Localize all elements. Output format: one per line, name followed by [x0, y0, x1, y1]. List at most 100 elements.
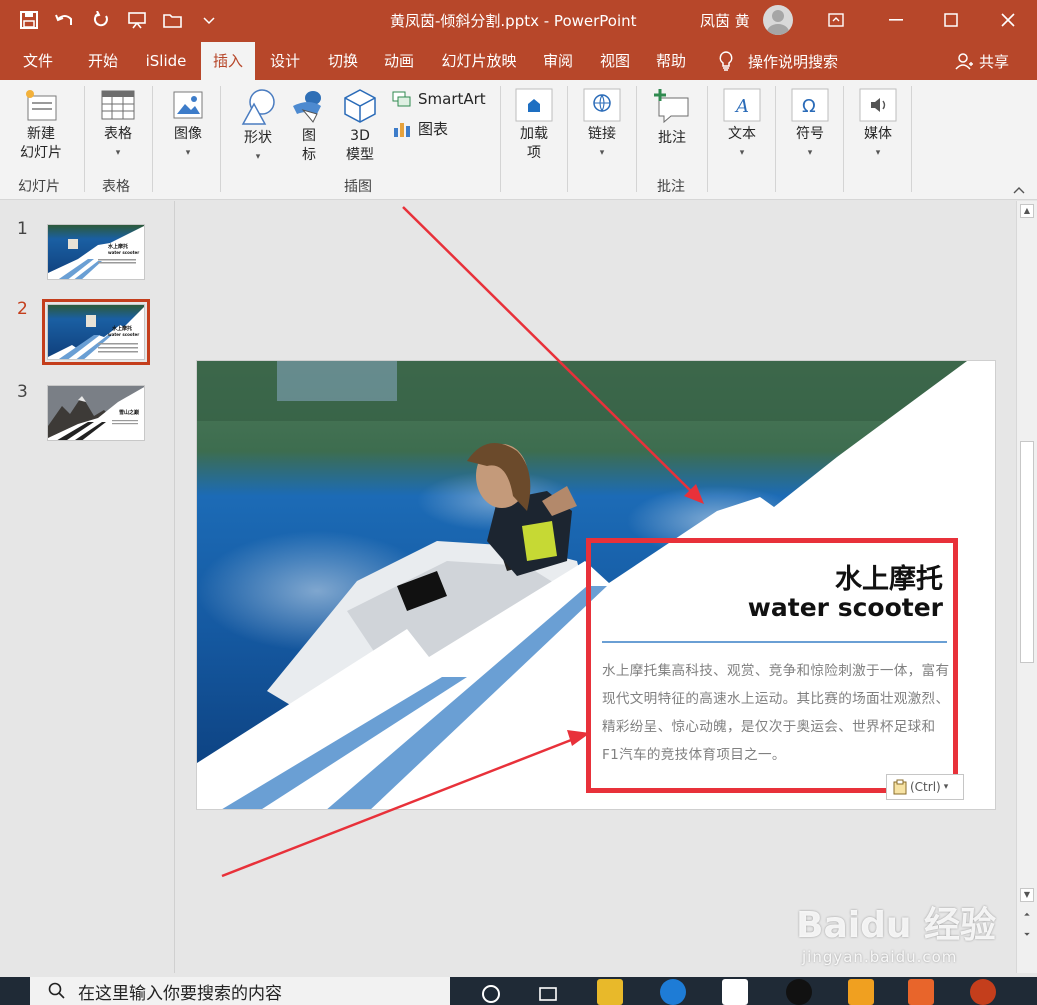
scrollbar-thumb[interactable]: [1020, 441, 1034, 663]
shapes-icon: [239, 88, 277, 126]
store-icon: [515, 88, 553, 122]
tab-transitions[interactable]: 切换: [318, 42, 368, 80]
addins-button[interactable]: 加载 项: [512, 88, 556, 163]
annotation-highlight-box: [586, 538, 958, 793]
svg-text:Ω: Ω: [802, 96, 816, 117]
link-button[interactable]: 链接 ▾: [582, 88, 622, 163]
baidu-jingyan-watermark: Baidu 经验 jingyan.baidu.com: [796, 896, 996, 966]
chart-button[interactable]: 图表: [392, 118, 448, 139]
picture-icon: [171, 88, 205, 122]
tab-review[interactable]: 审阅: [534, 42, 582, 80]
task-view-icon[interactable]: [535, 979, 561, 1005]
slide-thumbnail-3[interactable]: 雪山之巅: [47, 385, 145, 441]
new-slide-button[interactable]: 新建 幻灯片: [10, 88, 72, 163]
ribbon-divider: [707, 86, 708, 192]
lightbulb-icon: [719, 51, 733, 71]
text-button[interactable]: A 文本 ▾: [722, 88, 762, 163]
svg-text:A: A: [734, 96, 749, 117]
previous-slide-icon[interactable]: ⏶: [1020, 909, 1034, 923]
symbol-button[interactable]: Ω 符号 ▾: [790, 88, 830, 163]
tab-animations[interactable]: 动画: [374, 42, 424, 80]
current-slide[interactable]: 水上摩托 water scooter 水上摩托集高科技、观赏、竞争和惊险刺激于一…: [196, 360, 996, 810]
tab-file[interactable]: 文件: [14, 42, 62, 80]
tab-help[interactable]: 帮助: [646, 42, 696, 80]
maximize-button[interactable]: [938, 8, 964, 32]
account-name[interactable]: 凤茵 黄: [700, 10, 750, 31]
new-slide-icon: [22, 88, 60, 124]
smartart-button[interactable]: SmartArt: [392, 90, 486, 108]
redo-icon[interactable]: [90, 8, 112, 32]
smartart-label: SmartArt: [418, 90, 486, 108]
undo-icon[interactable]: [54, 8, 76, 32]
tab-home[interactable]: 开始: [78, 42, 128, 80]
3d-models-button[interactable]: 3D 模型: [338, 88, 382, 165]
document-title: 黄凤茵-倾斜分割.pptx - PowerPoint: [390, 12, 637, 30]
group-label-illustrations: 插图: [344, 179, 372, 195]
cortana-icon[interactable]: [478, 979, 504, 1005]
app-icon[interactable]: [908, 979, 934, 1005]
tab-design[interactable]: 设计: [260, 42, 310, 80]
scroll-down-icon[interactable]: ▼: [1020, 888, 1034, 902]
paste-options-button[interactable]: (Ctrl) ▾: [886, 774, 964, 800]
title-bar: 黄凤茵-倾斜分割.pptx - PowerPoint 凤茵 黄: [0, 0, 1037, 42]
store-icon[interactable]: [722, 979, 748, 1005]
taskbar-search-box[interactable]: 在这里输入你要搜索的内容: [30, 977, 450, 1005]
shapes-button[interactable]: 形状 ▾: [236, 88, 280, 167]
tell-me-search[interactable]: 操作说明搜索: [718, 42, 838, 80]
media-button[interactable]: 媒体 ▾: [858, 88, 898, 163]
tab-islide[interactable]: iSlide: [138, 42, 194, 80]
watermark-brand: Baidu 经验: [796, 905, 997, 946]
slide-thumbnail-1[interactable]: 水上摩托 water scooter: [47, 224, 145, 280]
tab-view[interactable]: 视图: [590, 42, 640, 80]
watermark-url: jingyan.baidu.com: [802, 948, 958, 966]
present-icon[interactable]: [126, 8, 148, 32]
comment-button[interactable]: 批注: [650, 88, 694, 148]
search-icon: [48, 982, 65, 999]
close-button[interactable]: [995, 8, 1021, 32]
open-folder-icon[interactable]: [162, 8, 184, 32]
tab-slideshow[interactable]: 幻灯片放映: [436, 42, 522, 80]
link-icon: [583, 88, 621, 122]
minimize-button[interactable]: [883, 8, 909, 32]
ribbon-divider: [567, 86, 568, 192]
tell-me-label: 操作说明搜索: [748, 52, 839, 71]
person-icon: [955, 53, 973, 70]
slide-number: 3: [17, 382, 28, 402]
paste-options-label: (Ctrl): [910, 780, 941, 794]
quick-access-toolbar: [18, 8, 220, 32]
table-button[interactable]: 表格 ▾: [96, 88, 140, 163]
ribbon-tabs: 文件 开始 iSlide 插入 设计 切换 动画 幻灯片放映 审阅 视图 帮助 …: [0, 42, 1037, 80]
avatar[interactable]: [763, 5, 793, 35]
customize-qat-icon[interactable]: [198, 8, 220, 32]
icons-button[interactable]: 图 标: [290, 88, 328, 165]
scroll-up-icon[interactable]: ▲: [1020, 204, 1034, 218]
chart-label: 图表: [418, 120, 449, 138]
tab-insert[interactable]: 插入: [201, 42, 255, 80]
ribbon-divider: [500, 86, 501, 192]
powerpoint-taskbar-icon[interactable]: [970, 979, 996, 1005]
ribbon-display-options-icon[interactable]: [823, 8, 849, 32]
slide-number: 2: [17, 299, 28, 319]
comment-label: 批注: [658, 130, 686, 146]
icons-icon: [291, 88, 327, 124]
collapse-ribbon-icon[interactable]: [1012, 180, 1026, 194]
bar-chart-icon: [394, 122, 410, 137]
ribbon-divider: [220, 86, 221, 192]
app-icon[interactable]: [848, 979, 874, 1005]
next-slide-icon[interactable]: ⏷: [1020, 929, 1034, 943]
powerpoint-window: { "window": { "doc_title": "黄凤茵-倾斜分割.ppt…: [0, 0, 1037, 1005]
save-icon[interactable]: [18, 8, 40, 32]
vertical-scrollbar[interactable]: ▲ ▼ ⏶ ⏷: [1016, 201, 1037, 973]
omega-icon: Ω: [791, 88, 829, 122]
slide-thumbnail-2[interactable]: 水上摩托 water scooter: [42, 299, 150, 365]
image-button[interactable]: 图像 ▾: [166, 88, 210, 163]
qq-icon[interactable]: [786, 979, 812, 1005]
share-button[interactable]: 共享: [955, 42, 1009, 80]
edge-icon[interactable]: [660, 979, 686, 1005]
search-placeholder: 在这里输入你要搜索的内容: [78, 983, 282, 1004]
ribbon-divider: [843, 86, 844, 192]
ribbon-insert: 新建 幻灯片 表格 ▾ 图像 ▾ 形状 ▾ 图 标 3D 模型 SmartArt…: [0, 80, 1037, 200]
file-explorer-icon[interactable]: [597, 979, 623, 1005]
thumb-1-title: 水上摩托: [108, 244, 129, 250]
shapes-label: 形状: [244, 130, 272, 146]
